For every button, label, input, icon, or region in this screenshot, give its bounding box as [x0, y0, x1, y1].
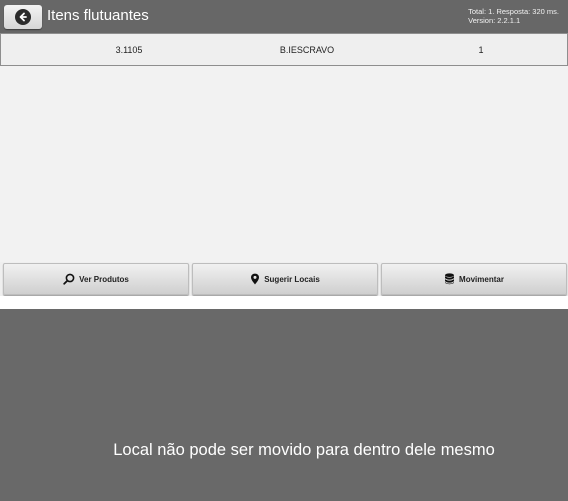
page-title: Itens flutuantes	[47, 7, 149, 24]
database-icon	[445, 273, 455, 285]
response-info: Total: 1. Resposta: 320 ms. Version: 2.2…	[468, 7, 559, 25]
ver-produtos-button[interactable]: Ver Produtos	[3, 263, 189, 295]
search-icon	[63, 273, 75, 285]
item-quantity: 1	[478, 45, 484, 55]
movimentar-label: Movimentar	[459, 274, 504, 284]
ver-produtos-label: Ver Produtos	[79, 274, 129, 284]
toast-message-panel: Local não pode ser movido para dentro de…	[0, 309, 568, 501]
bottom-toolbar: Ver Produtos Sugerir Locais Movimentar	[0, 262, 568, 296]
version-label: Version: 2.2.1.1	[468, 15, 521, 25]
arrow-left-icon	[15, 9, 31, 25]
movimentar-button[interactable]: Movimentar	[381, 263, 567, 295]
item-code: 3.1105	[115, 45, 143, 55]
table-row[interactable]: 3.1105 B.IESCRAVO 1	[0, 33, 568, 66]
back-button[interactable]	[4, 5, 42, 29]
item-location: B.IESCRAVO	[279, 45, 335, 55]
divider	[0, 296, 568, 309]
sugerir-locais-label: Sugerir Locais	[264, 274, 320, 284]
map-pin-icon	[251, 273, 260, 285]
sugerir-locais-button[interactable]: Sugerir Locais	[192, 263, 378, 295]
toast-message: Local não pode ser movido para dentro de…	[113, 441, 495, 459]
app-header: Itens flutuantes Total: 1. Resposta: 320…	[0, 0, 568, 33]
items-list: 3.1105 B.IESCRAVO 1	[0, 33, 568, 262]
